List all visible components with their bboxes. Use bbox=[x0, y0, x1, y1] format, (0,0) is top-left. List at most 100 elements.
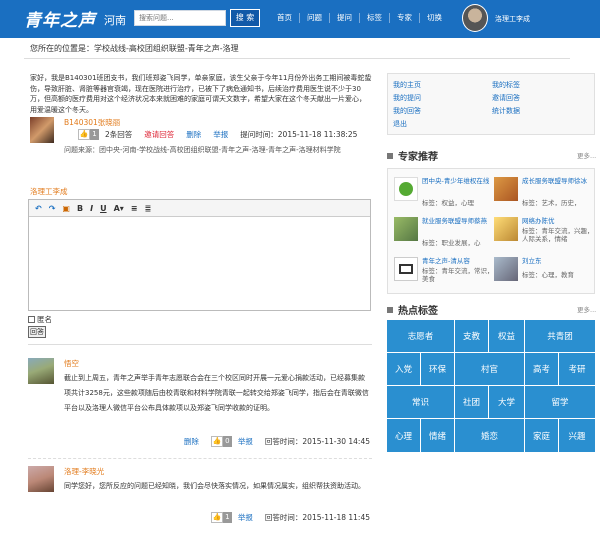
nav-questions[interactable]: 问题 bbox=[300, 13, 330, 23]
expert-avatar[interactable] bbox=[494, 177, 518, 201]
top-header: 青年之声 河南 搜 索 首页 问题 提问 标签 专家 切换 洛理工李成 bbox=[0, 0, 600, 38]
expert-avatar[interactable] bbox=[494, 257, 518, 281]
like-icon[interactable]: 👍 bbox=[210, 512, 223, 523]
expert-name[interactable]: 青年之声-清从容 bbox=[422, 257, 494, 265]
expert-name[interactable]: 成长服务联盟导师徐冰 bbox=[522, 177, 594, 185]
italic-button[interactable]: I bbox=[90, 204, 93, 213]
experts-title: 专家推荐 bbox=[398, 152, 438, 163]
site-logo[interactable]: 青年之声 bbox=[24, 6, 96, 31]
tag-item[interactable]: 社团 bbox=[455, 386, 489, 419]
underline-button[interactable]: U bbox=[100, 204, 107, 213]
expert-card[interactable]: 青年之声-清从容 标签：青年交流，常识，美食 bbox=[394, 257, 494, 285]
nav-home[interactable]: 首页 bbox=[270, 13, 300, 23]
tag-item[interactable]: 婚恋 bbox=[455, 419, 525, 452]
expert-name[interactable]: 刘立东 bbox=[522, 257, 594, 265]
link-my-tags[interactable]: 我的标签 bbox=[492, 80, 520, 90]
report-link[interactable]: 举报 bbox=[213, 129, 228, 140]
expert-card[interactable]: 网络办陈优 标签：青年交流，兴趣，人际关系，情绪 bbox=[494, 217, 594, 245]
anonymous-option[interactable]: 匿名 bbox=[28, 314, 52, 325]
expert-avatar[interactable] bbox=[394, 217, 418, 241]
expert-card[interactable]: 就业服务联盟导师蔡燕 标签：职业发展，心 bbox=[394, 217, 494, 247]
link-invite-answer[interactable]: 邀请回答 bbox=[492, 93, 520, 103]
tag-item[interactable]: 考研 bbox=[559, 353, 595, 386]
answerer-avatar[interactable] bbox=[28, 358, 54, 384]
expert-tags: 标签：心理，教育 bbox=[522, 271, 574, 279]
expert-tags: 标签：职业发展，心 bbox=[422, 239, 481, 247]
divider bbox=[28, 458, 372, 459]
editor-user-label: 洛理工李成 bbox=[30, 187, 68, 196]
tag-item[interactable]: 村官 bbox=[455, 353, 525, 386]
answer-editor[interactable]: ↶ ↷ ▣ B I U A▾ ≡ ≣ bbox=[28, 199, 371, 311]
tag-item[interactable]: 心理 bbox=[387, 419, 421, 452]
expert-card[interactable]: 团中央-青少年维权在线 标签：权益，心理 bbox=[394, 177, 494, 207]
breadcrumb: 您所在的位置是：学校战线-高校团组织联盟-青年之声-洛理 bbox=[30, 44, 239, 53]
nav-experts[interactable]: 专家 bbox=[390, 13, 420, 23]
tag-item[interactable]: 入党 bbox=[387, 353, 421, 386]
align-left-icon[interactable]: ≡ bbox=[131, 204, 138, 213]
tag-item[interactable]: 家庭 bbox=[525, 419, 559, 452]
invite-answer-link[interactable]: 邀请回答 bbox=[144, 129, 174, 140]
answer-item: 洛理-李晓光 同学您好，您所反应的问题已经知晓，我们会尽快落实情况，如果情况属实… bbox=[28, 466, 372, 526]
expert-avatar[interactable] bbox=[494, 217, 518, 241]
undo-icon[interactable]: ↶ bbox=[35, 204, 42, 213]
tag-item[interactable]: 权益 bbox=[489, 320, 525, 353]
delete-link[interactable]: 删除 bbox=[184, 436, 199, 447]
like-icon[interactable]: 👍 bbox=[78, 129, 90, 140]
answer-time: 回答时间：2015-11-18 11:45 bbox=[264, 513, 370, 522]
asker-name[interactable]: B140301张晓丽 bbox=[64, 117, 120, 128]
answerer-name[interactable]: 悟空 bbox=[64, 358, 79, 369]
expert-card[interactable]: 成长服务联盟导师徐冰 标签：艺术，历史， bbox=[494, 177, 594, 207]
expert-tags: 标签：青年交流，常识，美食 bbox=[422, 267, 494, 283]
report-link[interactable]: 举报 bbox=[238, 512, 253, 523]
anonymous-checkbox[interactable] bbox=[28, 316, 35, 323]
like-icon[interactable]: 👍 bbox=[210, 436, 223, 447]
bold-button[interactable]: B bbox=[77, 204, 83, 213]
asker-avatar[interactable] bbox=[30, 117, 54, 143]
delete-link[interactable]: 删除 bbox=[186, 129, 201, 140]
align-center-icon[interactable]: ≣ bbox=[144, 204, 151, 213]
link-my-home[interactable]: 我的主页 bbox=[393, 80, 421, 90]
tag-item[interactable]: 情绪 bbox=[421, 419, 455, 452]
experts-list: 团中央-青少年维权在线 标签：权益，心理 成长服务联盟导师徐冰 标签：艺术，历史… bbox=[387, 168, 595, 294]
submit-answer-button[interactable]: 回答 bbox=[28, 326, 46, 338]
search-input[interactable] bbox=[134, 10, 226, 26]
link-my-questions[interactable]: 我的提问 bbox=[393, 93, 421, 103]
link-my-answers[interactable]: 我的回答 bbox=[393, 106, 421, 116]
search-button[interactable]: 搜 索 bbox=[230, 9, 260, 27]
nav-tags[interactable]: 标签 bbox=[360, 13, 390, 23]
city-selector[interactable]: 河南 bbox=[104, 12, 126, 28]
expert-card[interactable]: 刘立东 标签：心理，教育 bbox=[494, 257, 594, 285]
tag-item[interactable]: 志愿者 bbox=[387, 320, 455, 353]
expert-name[interactable]: 网络办陈优 bbox=[522, 217, 594, 225]
tag-item[interactable]: 兴趣 bbox=[559, 419, 595, 452]
tag-item[interactable]: 常识 bbox=[387, 386, 455, 419]
answer-meta: 删除 👍 0 举报 回答时间：2015-11-30 14:45 bbox=[184, 436, 370, 447]
hot-tags-more-link[interactable]: 更多... bbox=[577, 304, 596, 314]
report-link[interactable]: 举报 bbox=[238, 436, 253, 447]
tag-item[interactable]: 支教 bbox=[455, 320, 489, 353]
tag-item[interactable]: 环保 bbox=[421, 353, 455, 386]
tag-item[interactable]: 留学 bbox=[525, 386, 595, 419]
expert-name[interactable]: 团中央-青少年维权在线 bbox=[422, 177, 494, 185]
user-avatar[interactable] bbox=[462, 4, 488, 32]
question-source: 问题来源：团中央-河南-学校战线-高校团组织联盟-青年之声-洛理-青年之声-洛理… bbox=[64, 146, 341, 154]
expert-avatar[interactable] bbox=[394, 257, 418, 281]
answer-item: 悟空 截止到上周五，青年之声举手青年志愿联合会在三个校区同时开展一元爱心捐款活动… bbox=[28, 358, 372, 458]
tag-item[interactable]: 共青团 bbox=[525, 320, 595, 353]
tag-item[interactable]: 高考 bbox=[525, 353, 559, 386]
link-logout[interactable]: 退出 bbox=[393, 119, 407, 129]
answerer-avatar[interactable] bbox=[28, 466, 54, 492]
answerer-name[interactable]: 洛理-李晓光 bbox=[64, 466, 104, 477]
font-color-button[interactable]: A▾ bbox=[114, 204, 124, 213]
main-nav: 首页 问题 提问 标签 专家 切换 bbox=[270, 13, 449, 23]
nav-ask[interactable]: 提问 bbox=[330, 13, 360, 23]
redo-icon[interactable]: ↷ bbox=[49, 204, 56, 213]
expert-avatar[interactable] bbox=[394, 177, 418, 201]
expert-name[interactable]: 就业服务联盟导师蔡燕 bbox=[422, 217, 494, 225]
tag-item[interactable]: 大学 bbox=[489, 386, 525, 419]
nav-switch[interactable]: 切换 bbox=[420, 13, 449, 23]
experts-more-link[interactable]: 更多... bbox=[577, 150, 596, 160]
image-icon[interactable]: ▣ bbox=[62, 204, 70, 213]
link-statistics[interactable]: 统计数据 bbox=[492, 106, 520, 116]
user-name[interactable]: 洛理工李成 bbox=[495, 14, 530, 24]
